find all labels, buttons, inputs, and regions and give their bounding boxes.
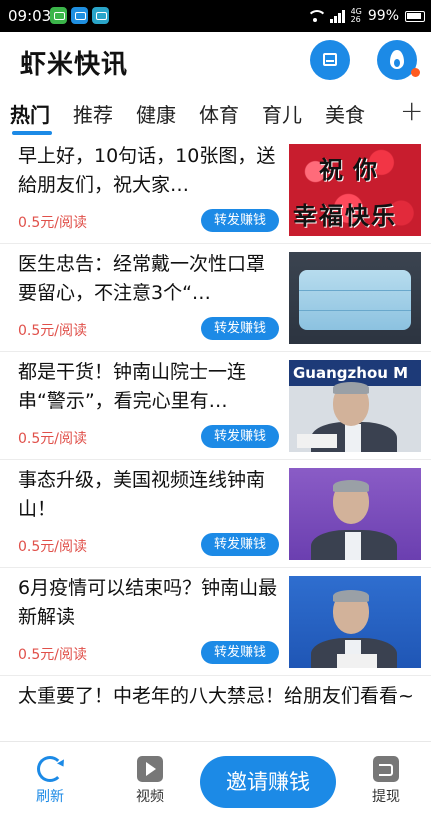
- bottom-nav: 刷新 视频 邀请赚钱 提现: [0, 741, 431, 813]
- name-plate: [337, 654, 377, 668]
- news-thumbnail[interactable]: [289, 468, 421, 560]
- news-item[interactable]: 6月疫情可以结束吗？钟南山最新解读 0.5元/阅读 转发赚钱: [0, 568, 431, 676]
- wifi-icon: [306, 9, 327, 23]
- news-item[interactable]: 早上好，10句话，10张图，送給朋友们，祝大家… 0.5元/阅读 转发赚钱 祝你…: [0, 136, 431, 244]
- app-notification-icon: [92, 7, 109, 24]
- face-mask-image: [299, 270, 411, 330]
- wallet-icon: [373, 756, 399, 782]
- share-earn-button[interactable]: 转发赚钱: [201, 533, 279, 556]
- category-tabs: 热门 推荐 健康 体育 育儿 美食 +: [0, 92, 431, 136]
- status-time: 09:03: [8, 7, 52, 25]
- app-header: 虾米快讯: [0, 32, 431, 88]
- news-reward: 0.5元/阅读: [18, 647, 87, 663]
- news-item[interactable]: 都是干货！钟南山院士一连串“警示”，看完心里有… 0.5元/阅读 转发赚钱 Gu…: [0, 352, 431, 460]
- news-item[interactable]: 医生忠告：经常戴一次性口罩要留心，不注意3个“… 0.5元/阅读 转发赚钱: [0, 244, 431, 352]
- person-hair: [333, 382, 369, 394]
- battery-icon: [405, 10, 425, 22]
- video-icon: [137, 756, 163, 782]
- tab-parenting[interactable]: 育儿: [262, 99, 302, 128]
- news-title[interactable]: 6月疫情可以结束吗？钟南山最新解读: [18, 574, 282, 632]
- news-reward: 0.5元/阅读: [18, 323, 87, 339]
- nav-refresh-label: 刷新: [36, 789, 64, 805]
- tab-food[interactable]: 美食: [325, 99, 365, 128]
- share-earn-button[interactable]: 转发赚钱: [201, 641, 279, 664]
- share-earn-button[interactable]: 转发赚钱: [201, 209, 279, 232]
- status-indicators: 4G 26 99%: [306, 7, 425, 25]
- news-reward: 0.5元/阅读: [18, 215, 87, 231]
- invite-earn-button[interactable]: 邀请赚钱: [200, 756, 336, 808]
- battery-level: 99%: [367, 8, 399, 24]
- message-icon: [71, 7, 88, 24]
- news-thumbnail[interactable]: [289, 252, 421, 344]
- tab-health[interactable]: 健康: [136, 99, 176, 128]
- flame-icon: [390, 50, 404, 69]
- news-feed: 早上好，10句话，10张图，送給朋友们，祝大家… 0.5元/阅读 转发赚钱 祝你…: [0, 136, 431, 740]
- thumbnail-text: 幸福快乐: [293, 201, 397, 230]
- name-plate: [297, 434, 337, 448]
- share-earn-button[interactable]: 转发赚钱: [201, 317, 279, 340]
- nav-withdraw-label: 提现: [372, 789, 400, 805]
- news-title[interactable]: 医生忠告：经常戴一次性口罩要留心，不注意3个“…: [18, 250, 282, 308]
- tab-recommend[interactable]: 推荐: [73, 99, 113, 128]
- news-title[interactable]: 太重要了！中老年的八大禁忌！给朋友们看看~: [18, 682, 418, 740]
- nav-video[interactable]: 视频: [120, 756, 180, 806]
- nav-withdraw[interactable]: 提现: [356, 756, 416, 806]
- nav-video-label: 视频: [136, 789, 164, 805]
- wechat-icon: [50, 7, 67, 24]
- news-thumbnail[interactable]: 祝你 幸福快乐: [289, 144, 421, 236]
- news-reward: 0.5元/阅读: [18, 539, 87, 555]
- status-bar: 09:03 4G 26 99%: [0, 0, 431, 32]
- nav-refresh[interactable]: 刷新: [20, 756, 80, 806]
- signal-icon: [329, 9, 345, 23]
- tab-sports[interactable]: 体育: [199, 99, 239, 128]
- active-tab-indicator: [12, 131, 52, 135]
- refresh-icon: [37, 756, 63, 782]
- person-shirt: [345, 532, 361, 560]
- network-type: 4G 26: [351, 8, 362, 24]
- news-title[interactable]: 都是干货！钟南山院士一连串“警示”，看完心里有…: [18, 358, 282, 416]
- news-title[interactable]: 事态升级，美国视频连线钟南山！: [18, 466, 282, 524]
- news-title[interactable]: 早上好，10句话，10张图，送給朋友们，祝大家…: [18, 142, 282, 200]
- news-thumbnail[interactable]: [289, 576, 421, 668]
- news-item[interactable]: 太重要了！中老年的八大禁忌！给朋友们看看~: [0, 676, 431, 740]
- mailbox-button[interactable]: [310, 40, 350, 80]
- person-hair: [333, 480, 369, 492]
- person-hair: [333, 590, 369, 602]
- thumbnail-text: 祝你: [319, 155, 387, 184]
- person-shirt: [345, 424, 361, 452]
- network-sub-label: 26: [350, 15, 361, 24]
- news-reward: 0.5元/阅读: [18, 431, 87, 447]
- add-tab-button[interactable]: +: [400, 94, 423, 127]
- mailbox-icon: [323, 53, 337, 66]
- news-item[interactable]: 事态升级，美国视频连线钟南山！ 0.5元/阅读 转发赚钱: [0, 460, 431, 568]
- news-thumbnail[interactable]: Guangzhou M: [289, 360, 421, 452]
- app-title: 虾米快讯: [20, 50, 129, 80]
- tab-hot[interactable]: 热门: [10, 99, 50, 128]
- notification-dot: [411, 68, 420, 77]
- share-earn-button[interactable]: 转发赚钱: [201, 425, 279, 448]
